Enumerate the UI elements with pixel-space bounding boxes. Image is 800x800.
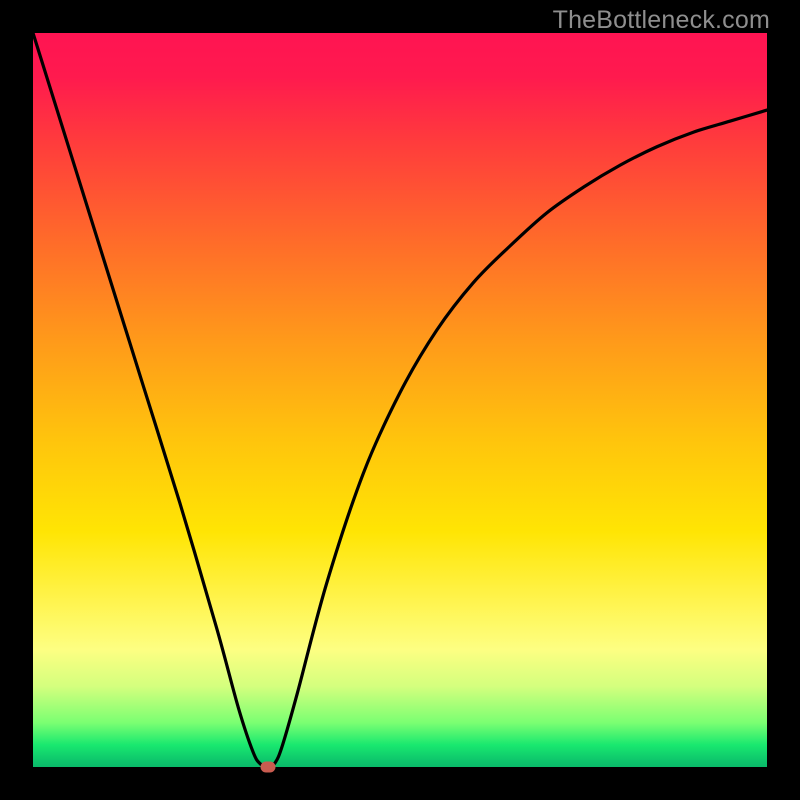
chart-frame: TheBottleneck.com xyxy=(0,0,800,800)
minimum-marker-icon xyxy=(260,762,275,773)
plot-gradient-background xyxy=(33,33,767,767)
watermark-label: TheBottleneck.com xyxy=(553,6,770,35)
